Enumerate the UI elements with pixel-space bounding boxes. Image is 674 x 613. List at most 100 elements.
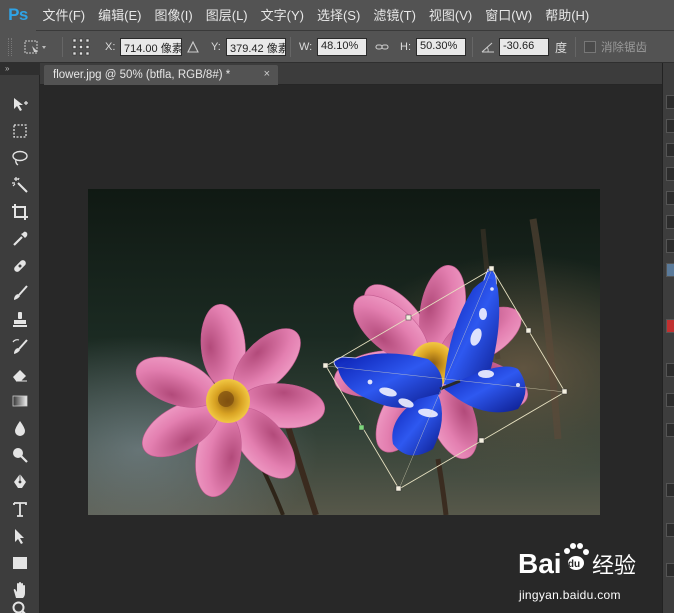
menu-type[interactable]: 文字(Y) [254, 0, 310, 31]
rectangle-tool[interactable] [9, 552, 31, 574]
menu-layer[interactable]: 图层(L) [199, 0, 254, 31]
tools-panel-collapse[interactable]: » [0, 63, 40, 75]
blur-tool[interactable] [9, 417, 31, 439]
h-label: H: [400, 41, 411, 53]
photoshop-logo: Ps [0, 0, 36, 31]
eyedropper-icon [13, 231, 28, 246]
antialias-checkbox[interactable]: 消除锯齿 [584, 31, 647, 63]
dodge-tool-icon [13, 448, 28, 463]
menu-view[interactable]: 视图(V) [422, 0, 478, 31]
clone-stamp-icon [13, 312, 27, 327]
transform-tool-icon [24, 40, 46, 54]
panel-icon[interactable] [666, 167, 674, 181]
x-position-field[interactable]: 714.00 像素 [120, 38, 182, 56]
watermark-brand: Bai [518, 548, 562, 579]
separator [575, 37, 576, 57]
magic-wand-tool[interactable] [9, 174, 31, 196]
marquee-tool[interactable] [9, 120, 31, 142]
watermark-brand2: 经验 [592, 554, 636, 579]
menu-filter[interactable]: 滤镜(T) [367, 0, 423, 31]
panel-icon[interactable] [666, 143, 674, 157]
rotation-angle-field[interactable]: -30.66 [499, 38, 549, 56]
crop-tool-icon [12, 204, 28, 220]
flower-butterfly-image[interactable] [88, 189, 600, 515]
reference-point-locator[interactable] [71, 31, 91, 63]
pen-tool[interactable] [9, 471, 31, 493]
document-canvas[interactable] [88, 189, 600, 515]
zoom-tool[interactable] [9, 598, 31, 613]
close-icon[interactable]: × [264, 68, 270, 80]
options-grip[interactable] [8, 38, 12, 56]
blur-tool-icon [15, 421, 25, 436]
hand-tool-icon [13, 582, 25, 598]
menu-image[interactable]: 图像(I) [148, 0, 199, 31]
height-percent-field[interactable]: 50.30% [416, 38, 466, 56]
menu-bar: Ps 文件(F) 编辑(E) 图像(I) 图层(L) 文字(Y) 选择(S) 滤… [0, 0, 674, 31]
move-tool-icon [14, 98, 28, 111]
healing-brush-icon [14, 260, 26, 272]
eraser-icon [13, 370, 27, 382]
link-icon[interactable] [375, 31, 389, 63]
menu-window[interactable]: 窗口(W) [479, 0, 539, 31]
canvas-area[interactable] [40, 85, 662, 613]
marquee-tool-icon [13, 124, 27, 138]
y-position-field[interactable]: 379.42 像素 [226, 38, 286, 56]
path-selection-tool[interactable] [9, 525, 31, 547]
separator [472, 37, 473, 57]
panel-icon[interactable] [666, 319, 674, 333]
width-percent-field[interactable]: 48.10% [317, 38, 367, 56]
checkbox-box[interactable] [584, 41, 596, 53]
healing-brush-tool[interactable] [9, 255, 31, 277]
document-tab[interactable]: flower.jpg @ 50% (btfla, RGB/8#) * × [44, 65, 278, 85]
watermark-url: jingyan.baidu.com [519, 588, 621, 602]
gradient-tool[interactable] [9, 390, 31, 412]
history-brush-icon [12, 339, 28, 354]
history-brush-tool[interactable] [9, 336, 31, 358]
eyedropper-tool[interactable] [9, 228, 31, 250]
crop-tool[interactable] [9, 201, 31, 223]
reference-grid-icon [72, 38, 90, 56]
separator [290, 37, 291, 57]
brush-tool-icon [14, 285, 28, 300]
panel-icon[interactable] [666, 263, 674, 277]
panel-icon[interactable] [666, 523, 674, 537]
menu-file[interactable]: 文件(F) [36, 0, 92, 31]
move-tool[interactable] [9, 93, 31, 115]
panel-icon[interactable] [666, 215, 674, 229]
gradient-tool-icon [12, 395, 28, 407]
dodge-tool[interactable] [9, 444, 31, 466]
y-label: Y: [211, 41, 221, 53]
zoom-tool-icon [12, 601, 26, 613]
eraser-tool[interactable] [9, 363, 31, 385]
panel-icon[interactable] [666, 393, 674, 407]
x-label: X: [105, 41, 116, 53]
panel-icon[interactable] [666, 483, 674, 497]
menu-select[interactable]: 选择(S) [310, 0, 366, 31]
separator [62, 37, 63, 57]
clone-stamp-tool[interactable] [9, 309, 31, 331]
panel-icon[interactable] [666, 563, 674, 577]
type-tool[interactable] [9, 498, 31, 520]
brush-tool[interactable] [9, 282, 31, 304]
angle-unit-label: 度 [555, 40, 568, 55]
magic-wand-icon [12, 177, 28, 193]
path-selection-icon [15, 529, 24, 544]
delta-icon[interactable] [186, 31, 200, 63]
lasso-tool[interactable] [9, 147, 31, 169]
menu-edit[interactable]: 编辑(E) [92, 0, 148, 31]
menu-help[interactable]: 帮助(H) [539, 0, 596, 31]
document-tab-bar: flower.jpg @ 50% (btfla, RGB/8#) * × [40, 63, 662, 85]
panel-icon[interactable] [666, 191, 674, 205]
panel-icon[interactable] [666, 239, 674, 253]
panel-icon[interactable] [666, 95, 674, 109]
antialias-label: 消除锯齿 [601, 42, 647, 54]
panel-icon[interactable] [666, 363, 674, 377]
type-tool-icon [13, 502, 27, 517]
document-tab-title: flower.jpg @ 50% (btfla, RGB/8#) * [53, 69, 231, 81]
angle-icon [481, 31, 495, 63]
rectangle-tool-icon [13, 557, 27, 569]
transform-preset[interactable] [22, 31, 48, 63]
options-bar: X: 714.00 像素 Y: 379.42 像素 W: 48.10% H: 5… [0, 31, 674, 63]
panel-icon[interactable] [666, 423, 674, 437]
panel-icon[interactable] [666, 119, 674, 133]
